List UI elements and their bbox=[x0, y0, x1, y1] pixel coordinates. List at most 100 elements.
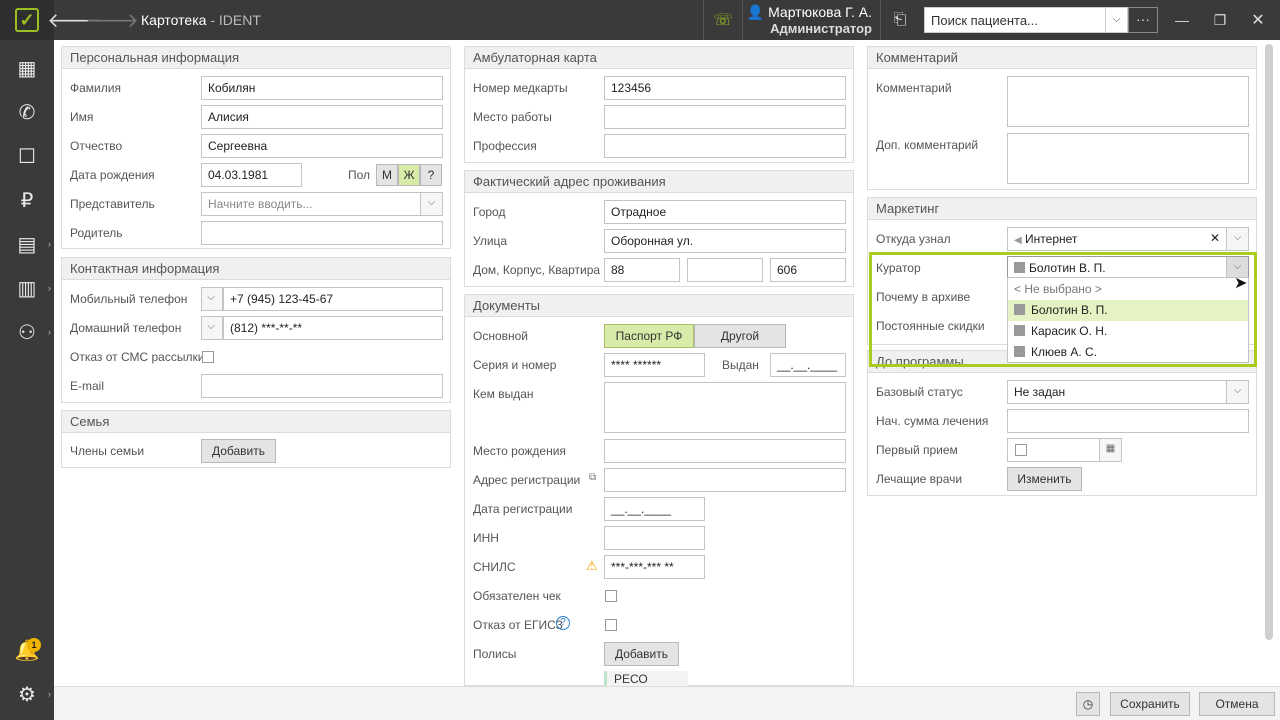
sidebar-item-schedule[interactable]: ▦ bbox=[0, 48, 54, 88]
history-button[interactable]: ◷ bbox=[1076, 692, 1100, 716]
notification-badge: 1 bbox=[27, 638, 41, 652]
sidebar-item-journal[interactable]: ▤ › bbox=[0, 224, 54, 264]
name-field[interactable]: Алисия bbox=[201, 105, 443, 129]
tab-passport[interactable]: Паспорт РФ bbox=[604, 324, 694, 348]
change-doctors-button[interactable]: Изменить bbox=[1007, 467, 1082, 491]
clear-icon[interactable]: ✕ bbox=[1210, 231, 1220, 245]
parent-field[interactable] bbox=[201, 221, 443, 245]
source-dropdown[interactable]: ◀ Интернет ✕ ⌵ bbox=[1007, 227, 1249, 251]
extra-comment-textarea[interactable] bbox=[1007, 133, 1249, 184]
home-phone-field[interactable]: (812) ***-**-** bbox=[223, 316, 443, 340]
base-status-dropdown[interactable]: Не задан ⌵ bbox=[1007, 380, 1249, 404]
documents-panel: Документы Основной Паспорт РФ Другой Сер… bbox=[464, 294, 854, 687]
copy-icon[interactable]: ⧉ bbox=[589, 472, 596, 483]
gender-f-button[interactable]: Ж bbox=[398, 164, 420, 186]
chevron-down-icon[interactable]: ⌵ bbox=[420, 193, 442, 215]
chevron-down-icon[interactable]: ⌵ bbox=[1226, 228, 1248, 250]
home-type-dropdown[interactable]: ⌵ bbox=[201, 316, 223, 340]
current-user[interactable]: 👤 Мартюкова Г. А. Администратор bbox=[747, 4, 872, 36]
surname-field[interactable]: Кобилян bbox=[201, 76, 443, 100]
program-panel: До программы Базовый статус Не задан ⌵ Нач… bbox=[867, 350, 1257, 496]
close-icon[interactable]: ✕ bbox=[1246, 0, 1270, 40]
passport-series-field[interactable]: **** ****** bbox=[604, 353, 705, 377]
more-button[interactable]: ··· bbox=[1128, 7, 1158, 33]
card-number-field[interactable]: 123456 bbox=[604, 76, 846, 100]
dropdown-option-none[interactable]: < Не выбрано > bbox=[1008, 279, 1248, 300]
dropdown-option[interactable]: Болотин В. П. bbox=[1008, 300, 1248, 321]
sidebar: ▦ ✆ ☐ ₽ ▤ › ▥ › ⚇ › 🔔 1 ⚙ › bbox=[0, 40, 54, 720]
back-arrow-icon[interactable]: 🡐 bbox=[47, 0, 101, 40]
curator-dropdown-list: < Не выбрано > Болотин В. П. Карасик О. … bbox=[1007, 277, 1249, 363]
mouse-cursor-icon: ➤ bbox=[1234, 275, 1248, 292]
sidebar-item-notifications[interactable]: 🔔 1 bbox=[0, 630, 54, 670]
mobile-type-dropdown[interactable]: ⌵ bbox=[201, 287, 223, 311]
sidebar-item-staff[interactable]: ⚇ › bbox=[0, 312, 54, 352]
save-button[interactable]: Сохранить bbox=[1110, 692, 1190, 716]
bottom-bar: ◷ Сохранить Отмена bbox=[54, 686, 1280, 720]
profession-field[interactable] bbox=[604, 134, 846, 158]
workplace-field[interactable] bbox=[604, 105, 846, 129]
calendar-icon[interactable]: ▦ bbox=[1099, 439, 1121, 461]
chat-icon: ☐ bbox=[18, 145, 36, 168]
sidebar-item-calls[interactable]: ✆ bbox=[0, 92, 54, 132]
dropdown-option[interactable]: Карасик О. Н. bbox=[1008, 321, 1248, 342]
top-bar: ✓ 🡐 🡒 Картотека - IDENT ☏ 👤 Мартюкова Г.… bbox=[0, 0, 1280, 40]
tab-other-document[interactable]: Другой bbox=[694, 324, 786, 348]
phone-icon[interactable]: ☏ bbox=[708, 0, 738, 40]
vertical-scrollbar[interactable] bbox=[1265, 44, 1273, 640]
gender-unknown-button[interactable]: ? bbox=[420, 164, 442, 186]
sidebar-item-reports[interactable]: ▥ › bbox=[0, 268, 54, 308]
city-field[interactable]: Отрадное bbox=[604, 200, 846, 224]
sidebar-item-messages[interactable]: ☐ bbox=[0, 136, 54, 176]
panel-title: Семья bbox=[62, 411, 450, 433]
user-icon: 👤 bbox=[746, 4, 765, 20]
birthplace-field[interactable] bbox=[604, 439, 846, 463]
building-field[interactable] bbox=[687, 258, 763, 282]
snils-field[interactable]: ***-***-*** ** bbox=[604, 555, 705, 579]
first-visit-checkbox[interactable] bbox=[1015, 444, 1027, 456]
first-visit-field[interactable]: ▦ bbox=[1007, 438, 1122, 462]
initial-sum-field[interactable] bbox=[1007, 409, 1249, 433]
email-field[interactable] bbox=[201, 374, 443, 398]
color-swatch bbox=[1014, 304, 1025, 315]
receipt-required-checkbox[interactable] bbox=[605, 590, 617, 602]
dropdown-option[interactable]: Клюев А. С. bbox=[1008, 342, 1248, 363]
registration-address-field[interactable] bbox=[604, 468, 846, 492]
forward-arrow-icon[interactable]: 🡒 bbox=[85, 0, 139, 40]
history-icon[interactable]: ⎗ bbox=[886, 0, 914, 40]
sidebar-item-settings[interactable]: ⚙ › bbox=[0, 674, 54, 714]
dob-field[interactable]: 04.03.1981 bbox=[201, 163, 302, 187]
street-field[interactable]: Оборонная ул. bbox=[604, 229, 846, 253]
calendar-grid-icon: ▦ bbox=[17, 57, 37, 80]
chevron-down-icon: ⌵ bbox=[202, 317, 222, 339]
minimize-icon[interactable]: — bbox=[1170, 0, 1194, 40]
registration-date-field[interactable]: __.__.____ bbox=[604, 497, 705, 521]
sidebar-item-finance[interactable]: ₽ bbox=[0, 180, 54, 220]
add-family-member-button[interactable]: Добавить bbox=[201, 439, 276, 463]
cancel-button[interactable]: Отмена bbox=[1199, 692, 1275, 716]
panel-title: Документы bbox=[465, 295, 853, 317]
inn-field[interactable] bbox=[604, 526, 705, 550]
people-icon: ⚇ bbox=[18, 321, 36, 344]
restore-icon[interactable]: ❐ bbox=[1208, 0, 1232, 40]
add-policy-button[interactable]: Добавить bbox=[604, 642, 679, 666]
chart-icon: ▥ bbox=[17, 277, 37, 300]
chevron-down-icon[interactable]: ⌵ bbox=[1105, 8, 1127, 32]
house-field[interactable]: 88 bbox=[604, 258, 680, 282]
patient-search-input[interactable]: Поиск пациента... ⌵ bbox=[924, 7, 1128, 33]
gender-m-button[interactable]: М bbox=[376, 164, 398, 186]
mobile-phone-field[interactable]: +7 (945) 123-45-67 bbox=[223, 287, 443, 311]
egisz-optout-checkbox[interactable] bbox=[605, 619, 617, 631]
apartment-field[interactable]: 606 bbox=[770, 258, 846, 282]
help-icon[interactable]: ? bbox=[556, 616, 570, 630]
app-logo[interactable]: ✓ bbox=[0, 0, 54, 40]
sms-optout-checkbox[interactable] bbox=[202, 351, 214, 363]
chevron-down-icon[interactable]: ⌵ bbox=[1226, 381, 1248, 403]
issued-by-textarea[interactable] bbox=[604, 382, 846, 433]
personal-info-panel: Персональная информация Фамилия Кобилян И… bbox=[61, 46, 451, 249]
comment-textarea[interactable] bbox=[1007, 76, 1249, 127]
policy-item[interactable]: РЕСО bbox=[604, 671, 688, 687]
patronymic-field[interactable]: Сергеевна bbox=[201, 134, 443, 158]
issued-date-field[interactable]: __.__.____ bbox=[770, 353, 846, 377]
representative-input[interactable]: Начните вводить... ⌵ bbox=[201, 192, 443, 216]
